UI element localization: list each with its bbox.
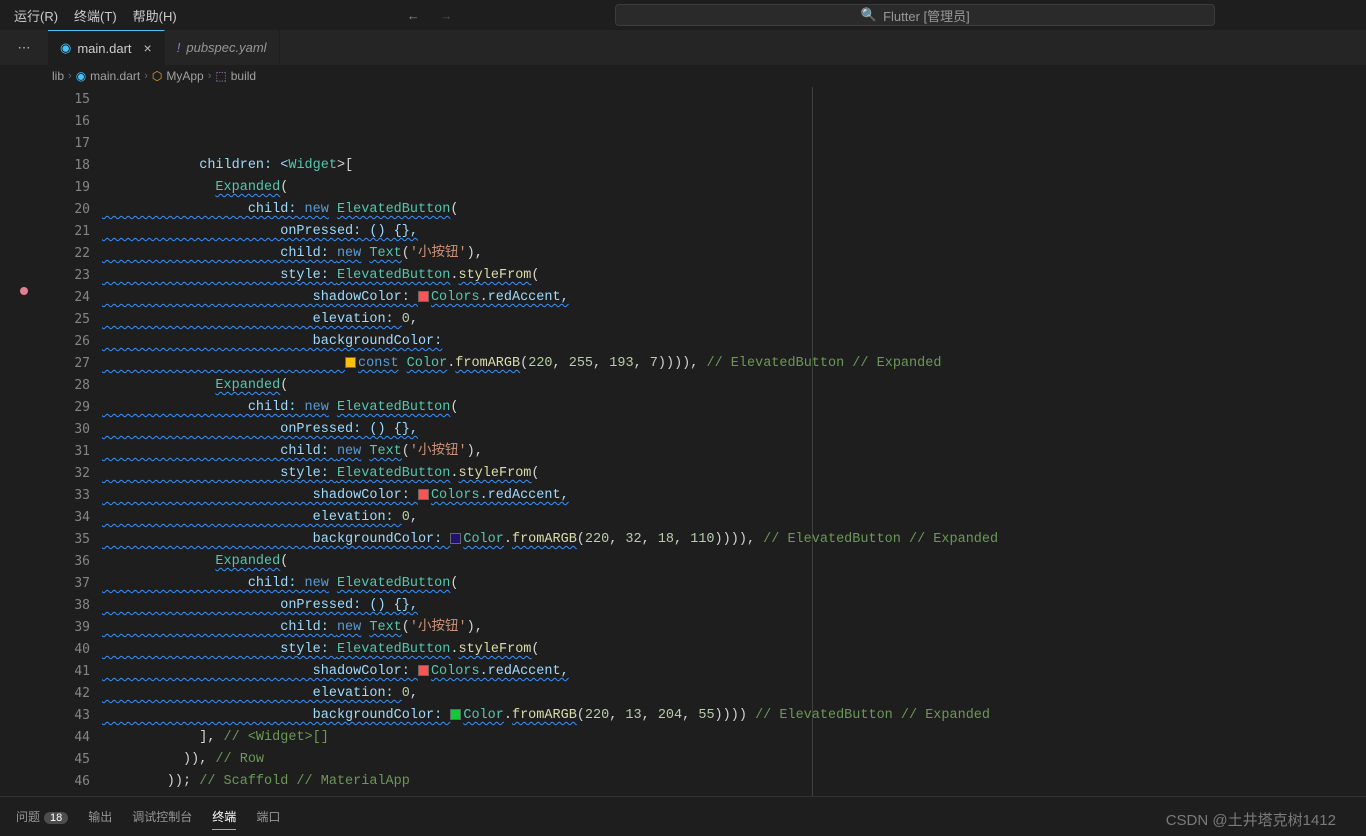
line-numbers: 1516171819202122232425262728293031323334… (48, 87, 102, 796)
tab-pubspec-yaml[interactable]: ! pubspec.yaml (165, 30, 280, 65)
menu-terminal[interactable]: 终端(T) (68, 2, 123, 29)
breadcrumb-item[interactable]: build (231, 69, 256, 83)
method-icon: ⬚ (215, 69, 226, 83)
tabs-row: ⋯ ◉ main.dart × ! pubspec.yaml (0, 30, 1366, 65)
breadcrumb-item[interactable]: lib (52, 69, 64, 83)
search-icon: 🔍 (861, 7, 877, 23)
tab-main-dart[interactable]: ◉ main.dart × (48, 30, 165, 65)
menu-run[interactable]: 运行(R) (8, 2, 64, 29)
dart-file-icon: ◉ (60, 40, 71, 56)
search-text: Flutter [管理员] (883, 6, 970, 25)
panel-tab-ports[interactable]: 端口 (256, 804, 280, 829)
panel-tab-output[interactable]: 输出 (88, 804, 112, 829)
tab-label: main.dart (77, 41, 131, 56)
nav-back-icon[interactable]: ← (407, 8, 420, 23)
dart-file-icon: ◉ (76, 69, 86, 83)
chevron-right-icon: › (68, 70, 72, 82)
nav-arrows: ← → (407, 8, 453, 23)
tab-label: pubspec.yaml (186, 40, 266, 55)
overflow-menu-icon[interactable]: ⋯ (0, 30, 48, 65)
code-area[interactable]: children: <Widget>[ Expanded( child: new… (102, 87, 1366, 796)
problems-badge: 18 (44, 812, 68, 824)
menu-bar: 运行(R) 终端(T) 帮助(H) ← → 🔍 Flutter [管理员] (0, 0, 1366, 30)
panel-tab-problems[interactable]: 问题18 (16, 804, 68, 829)
bottom-panel: 问题18 输出 调试控制台 终端 端口 (0, 796, 1366, 836)
editor: 1516171819202122232425262728293031323334… (0, 87, 1366, 796)
nav-forward-icon[interactable]: → (440, 8, 453, 23)
unsaved-indicator-icon (20, 287, 28, 295)
command-center[interactable]: 🔍 Flutter [管理员] (615, 4, 1215, 26)
panel-tab-terminal[interactable]: 终端 (212, 804, 236, 830)
yaml-file-icon: ! (177, 40, 181, 55)
breadcrumb-item[interactable]: MyApp (166, 69, 203, 83)
chevron-right-icon: › (208, 70, 212, 82)
breadcrumb-item[interactable]: main.dart (90, 69, 140, 83)
menu-help[interactable]: 帮助(H) (127, 2, 183, 29)
chevron-right-icon: › (144, 70, 148, 82)
activity-bar (0, 87, 48, 796)
class-icon: ⬡ (152, 69, 162, 83)
panel-tab-debug[interactable]: 调试控制台 (132, 804, 192, 829)
close-icon[interactable]: × (144, 40, 152, 56)
breadcrumb[interactable]: lib › ◉ main.dart › ⬡ MyApp › ⬚ build (0, 65, 1366, 87)
